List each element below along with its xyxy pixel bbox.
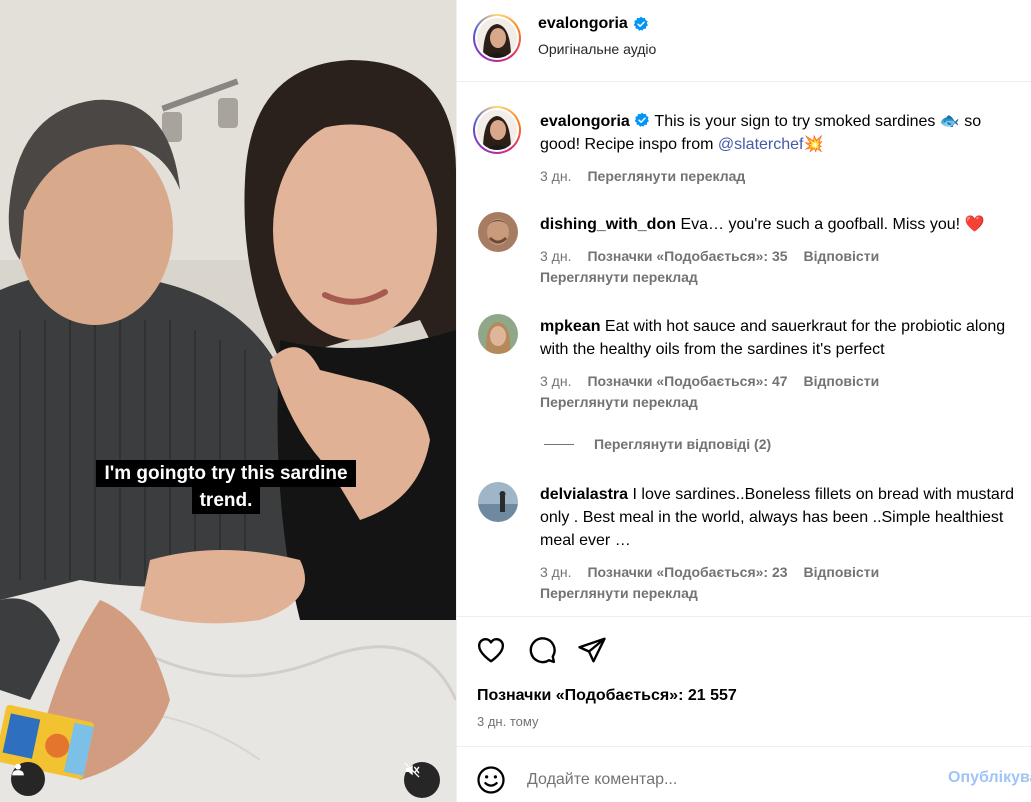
- commenter-avatar-image: [478, 212, 518, 252]
- comment-username[interactable]: dishing_with_don: [540, 216, 676, 233]
- post-video[interactable]: I'm goingto try this sardine trend.: [0, 0, 456, 802]
- video-caption: I'm goingto try this sardine trend.: [80, 460, 372, 514]
- view-replies-button[interactable]: Переглянути відповіді (2): [544, 436, 771, 452]
- comment-translate-link[interactable]: Переглянути переклад: [540, 393, 1024, 411]
- caption-meta: 3 дн. Переглянути переклад: [540, 167, 1024, 185]
- commenter-avatar[interactable]: [478, 314, 518, 354]
- comment-text: Eat with hot sauce and sauerkraut for th…: [540, 318, 1006, 358]
- tagged-users-button[interactable]: [11, 762, 45, 796]
- comment-likes[interactable]: Позначки «Подобається»: 23: [587, 563, 787, 581]
- comment-likes[interactable]: Позначки «Подобається»: 35: [587, 247, 787, 265]
- user-tag-icon: [12, 763, 24, 776]
- comment-body: dishing_with_don Eva… you're such a goof…: [540, 213, 1024, 286]
- audio-label[interactable]: Оригінальне аудіо: [538, 41, 656, 57]
- verified-badge-icon: [633, 16, 648, 31]
- caption-author-avatar[interactable]: [473, 106, 521, 154]
- post-header: evalongoria Оригінальне аудіо: [457, 0, 1031, 82]
- comment-text-row: mpkean Eat with hot sauce and sauerkraut…: [540, 315, 1024, 361]
- heart-icon[interactable]: [476, 635, 506, 665]
- author-username-row: evalongoria: [538, 15, 649, 33]
- comment-reply-button[interactable]: Відповісти: [804, 563, 880, 581]
- author-avatar[interactable]: [473, 14, 521, 62]
- add-comment-bar: Опублікувати: [457, 746, 1031, 802]
- replies-divider-line: [544, 443, 574, 445]
- caption-time[interactable]: 3 дн.: [540, 167, 571, 185]
- author-avatar-image: [477, 18, 517, 58]
- comment-time[interactable]: 3 дн.: [540, 247, 571, 265]
- caption-author-avatar-image: [477, 110, 517, 150]
- post-actions-section: Позначки «Подобається»: 21 557 3 дн. том…: [457, 616, 1031, 746]
- comment-text-row: delvialastra I love sardines..Boneless f…: [540, 483, 1024, 552]
- verified-badge-icon: [634, 112, 650, 127]
- commenter-avatar-image: [478, 314, 518, 354]
- commenter-avatar-image: [478, 482, 518, 522]
- caption-text: evalongoria This is your sign to try smo…: [540, 110, 1024, 156]
- caption-mention-link[interactable]: @slaterchef: [718, 136, 804, 153]
- share-icon[interactable]: [577, 635, 607, 665]
- speaker-muted-icon: [404, 762, 420, 778]
- comment-meta: 3 дн. Позначки «Подобається»: 23 Відпові…: [540, 563, 1024, 581]
- video-caption-line-1: I'm goingto try this sardine: [96, 460, 356, 487]
- comment-time[interactable]: 3 дн.: [540, 372, 571, 390]
- comment-body: mpkean Eat with hot sauce and sauerkraut…: [540, 315, 1024, 411]
- comments-list[interactable]: evalongoria This is your sign to try smo…: [457, 82, 1031, 616]
- comment-text-row: dishing_with_don Eva… you're such a goof…: [540, 213, 1024, 236]
- video-caption-line-2: trend.: [191, 487, 261, 514]
- post-likes-count[interactable]: Позначки «Подобається»: 21 557: [477, 687, 737, 705]
- caption-body: evalongoria This is your sign to try smo…: [540, 110, 1024, 185]
- comment-likes[interactable]: Позначки «Подобається»: 47: [587, 372, 787, 390]
- commenter-avatar[interactable]: [478, 212, 518, 252]
- view-replies-label: Переглянути відповіді (2): [594, 436, 772, 452]
- comment-input[interactable]: [527, 767, 927, 793]
- author-username[interactable]: evalongoria: [538, 15, 628, 33]
- emoji-icon[interactable]: [476, 765, 506, 795]
- comment-text: Eva… you're such a goofball. Miss you! ❤…: [680, 216, 985, 233]
- commenter-avatar[interactable]: [478, 482, 518, 522]
- comment-username[interactable]: delvialastra: [540, 486, 628, 503]
- caption-text-end: 💥: [803, 136, 824, 153]
- comment-translate-link[interactable]: Переглянути переклад: [540, 268, 1024, 286]
- post-details-panel: evalongoria Оригінальне аудіо evalongori…: [456, 0, 1031, 802]
- comment-reply-button[interactable]: Відповісти: [804, 372, 880, 390]
- comment-body: delvialastra I love sardines..Boneless f…: [540, 483, 1024, 602]
- instagram-post-view: I'm goingto try this sardine trend. eval…: [0, 0, 1031, 802]
- comment-translate-link[interactable]: Переглянути переклад: [540, 584, 1024, 602]
- publish-comment-button[interactable]: Опублікувати: [948, 769, 1031, 787]
- comment-meta: 3 дн. Позначки «Подобається»: 35 Відпові…: [540, 247, 1024, 265]
- video-frame-illustration: [0, 0, 456, 802]
- caption-username[interactable]: evalongoria: [540, 113, 630, 130]
- comment-reply-button[interactable]: Відповісти: [804, 247, 880, 265]
- mute-toggle-button[interactable]: [404, 762, 440, 798]
- comment-meta: 3 дн. Позначки «Подобається»: 47 Відпові…: [540, 372, 1024, 390]
- comment-icon[interactable]: [527, 635, 557, 665]
- post-timestamp[interactable]: 3 дн. тому: [477, 714, 538, 729]
- caption-translate-link[interactable]: Переглянути переклад: [587, 167, 745, 185]
- comment-username[interactable]: mpkean: [540, 318, 600, 335]
- comment-time[interactable]: 3 дн.: [540, 563, 571, 581]
